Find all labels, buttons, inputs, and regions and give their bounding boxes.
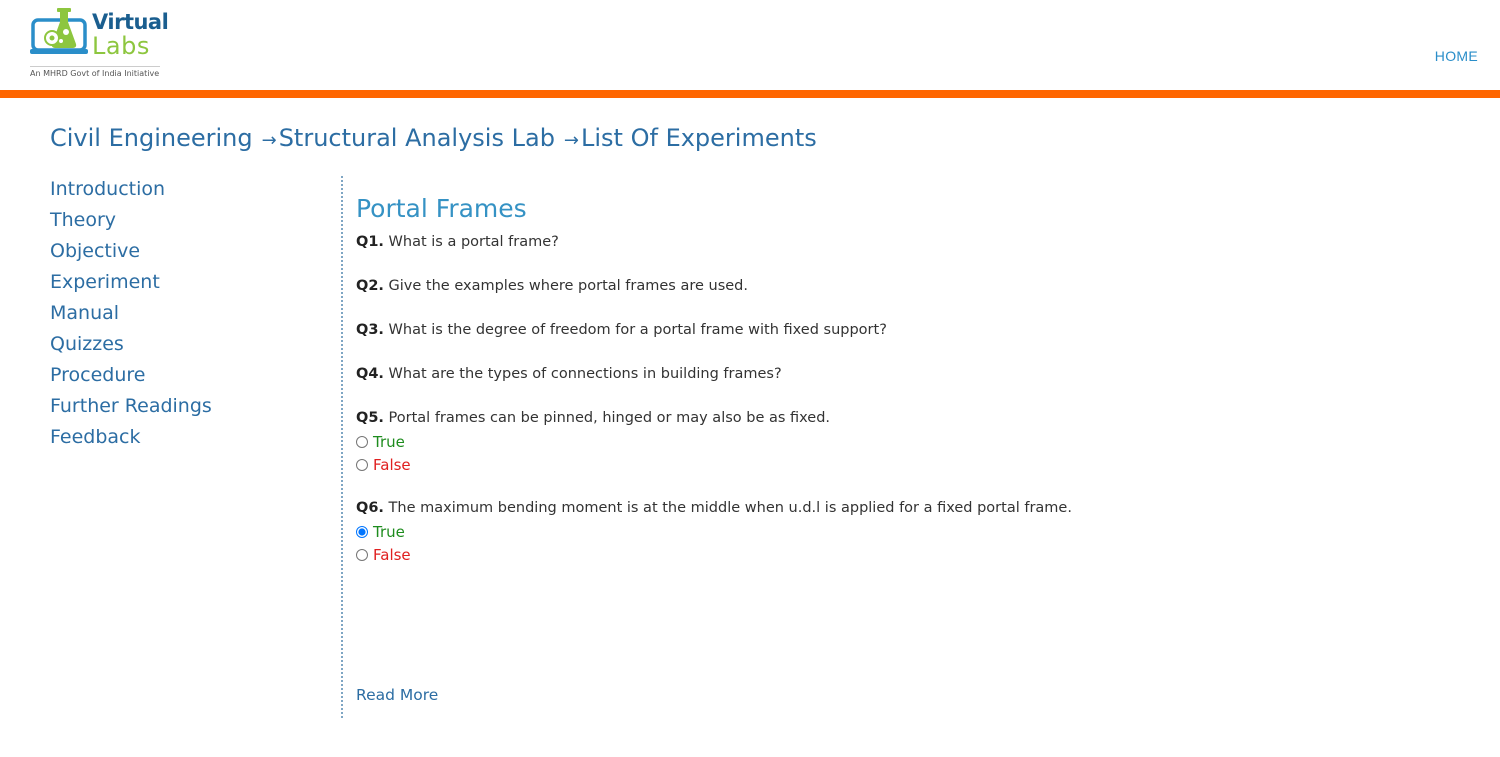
site-header: Virtual Labs An MHRD Govt of India Initi… [0,0,1500,90]
q6-option-false[interactable]: False [356,543,1456,566]
question-2: Q2. Give the examples where portal frame… [356,275,1456,298]
breadcrumb: Civil Engineering →Structural Analysis La… [50,124,817,152]
question-number: Q4. [356,366,384,382]
q6-option-true[interactable]: True [356,520,1456,543]
virtual-labs-logo[interactable]: Virtual Labs An MHRD Govt of India Initi… [30,8,169,80]
flask-monitor-icon [30,8,88,54]
question-number: Q3. [356,322,384,338]
q5-option-false[interactable]: False [356,453,1456,476]
question-6-prompt: Q6. The maximum bending moment is at the… [356,497,1456,520]
question-3: Q3. What is the degree of freedom for a … [356,319,1456,342]
option-label: False [373,545,411,564]
sidebar-item-objective[interactable]: Objective [50,236,330,267]
read-more-link[interactable]: Read More [356,686,438,704]
logo-divider [30,66,160,67]
logo-word-labs: Labs [92,32,150,60]
q5-true-radio[interactable] [356,435,368,448]
home-link[interactable]: HOME [1435,48,1478,64]
option-label: True [373,432,405,451]
question-5: Q5. Portal frames can be pinned, hinged … [356,407,1456,476]
question-5-prompt: Q5. Portal frames can be pinned, hinged … [356,407,1456,430]
question-number: Q1. [356,234,384,250]
question-text: What is the degree of freedom for a port… [388,322,887,338]
q6-false-radio[interactable] [356,548,368,561]
sidebar-item-feedback[interactable]: Feedback [50,422,330,453]
header-accent-bar [0,90,1500,98]
breadcrumb-item-civil-engineering[interactable]: Civil Engineering [50,124,253,152]
main-content: Portal Frames Q1. What is a portal frame… [356,190,1456,587]
option-label: False [373,455,411,474]
q5-false-radio[interactable] [356,458,368,471]
sidebar-item-theory[interactable]: Theory [50,205,330,236]
content-divider [341,176,343,718]
sidebar-nav: Introduction Theory Objective Experiment… [50,174,330,453]
breadcrumb-separator: → [563,130,580,151]
question-text: Portal frames can be pinned, hinged or m… [388,410,831,426]
question-text: Give the examples where portal frames ar… [388,278,748,294]
question-text: What is a portal frame? [388,234,559,250]
breadcrumb-item-list-of-experiments[interactable]: List Of Experiments [581,124,817,152]
sidebar-item-procedure[interactable]: Procedure [50,360,330,391]
question-text: What are the types of connections in bui… [388,366,782,382]
sidebar-item-experiment[interactable]: Experiment [50,267,330,298]
breadcrumb-separator: → [261,130,277,151]
question-6: Q6. The maximum bending moment is at the… [356,497,1456,566]
q5-option-true[interactable]: True [356,430,1456,453]
question-text: The maximum bending moment is at the mid… [388,500,1072,516]
question-number: Q6. [356,500,384,516]
question-number: Q5. [356,410,384,426]
question-1: Q1. What is a portal frame? [356,231,1456,254]
sidebar-item-introduction[interactable]: Introduction [50,174,330,205]
sidebar-item-manual[interactable]: Manual [50,298,330,329]
logo-word-virtual: Virtual [92,10,169,34]
sidebar-item-further-readings[interactable]: Further Readings [50,391,330,422]
question-number: Q2. [356,278,384,294]
option-label: True [373,522,405,541]
question-4: Q4. What are the types of connections in… [356,363,1456,386]
page-title: Portal Frames [356,194,527,223]
breadcrumb-item-structural-analysis-lab[interactable]: Structural Analysis Lab [279,124,555,152]
q6-true-radio[interactable] [356,525,368,538]
sidebar-item-quizzes[interactable]: Quizzes [50,329,330,360]
logo-tagline: An MHRD Govt of India Initiative [30,69,160,78]
